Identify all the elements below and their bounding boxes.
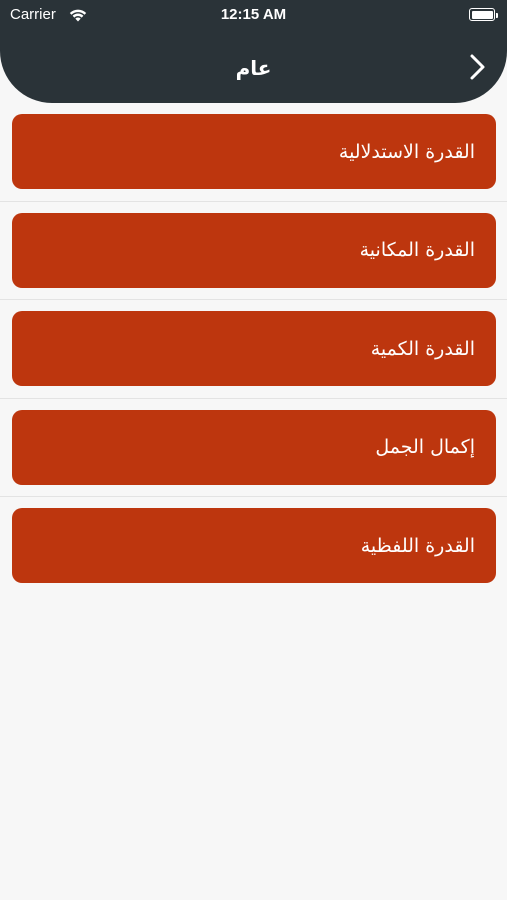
- screen: Carrier 12:15 AM عام القدرة الاستدلالية …: [0, 0, 507, 900]
- category-button-verbal[interactable]: القدرة اللفظية: [12, 508, 496, 583]
- category-button-sentence-completion[interactable]: إكمال الجمل: [12, 409, 496, 485]
- category-list: القدرة الاستدلالية القدرة المكانية القدر…: [0, 103, 507, 596]
- category-button-spatial[interactable]: القدرة المكانية: [12, 212, 496, 288]
- list-item: القدرة اللفظية: [0, 497, 507, 596]
- chevron-right-icon[interactable]: [464, 52, 490, 82]
- list-item: القدرة الاستدلالية: [0, 103, 507, 202]
- category-button-reasoning[interactable]: القدرة الاستدلالية: [12, 114, 496, 189]
- status-bar: Carrier 12:15 AM: [0, 0, 507, 30]
- list-item: القدرة المكانية: [0, 202, 507, 300]
- status-time: 12:15 AM: [220, 6, 287, 23]
- nav-header: Carrier 12:15 AM عام: [0, 0, 507, 103]
- battery-icon: [469, 8, 498, 21]
- category-button-quantitative[interactable]: القدرة الكمية: [12, 311, 496, 386]
- list-item: إكمال الجمل: [0, 399, 507, 497]
- list-item: القدرة الكمية: [0, 300, 507, 399]
- page-title: عام: [235, 56, 272, 80]
